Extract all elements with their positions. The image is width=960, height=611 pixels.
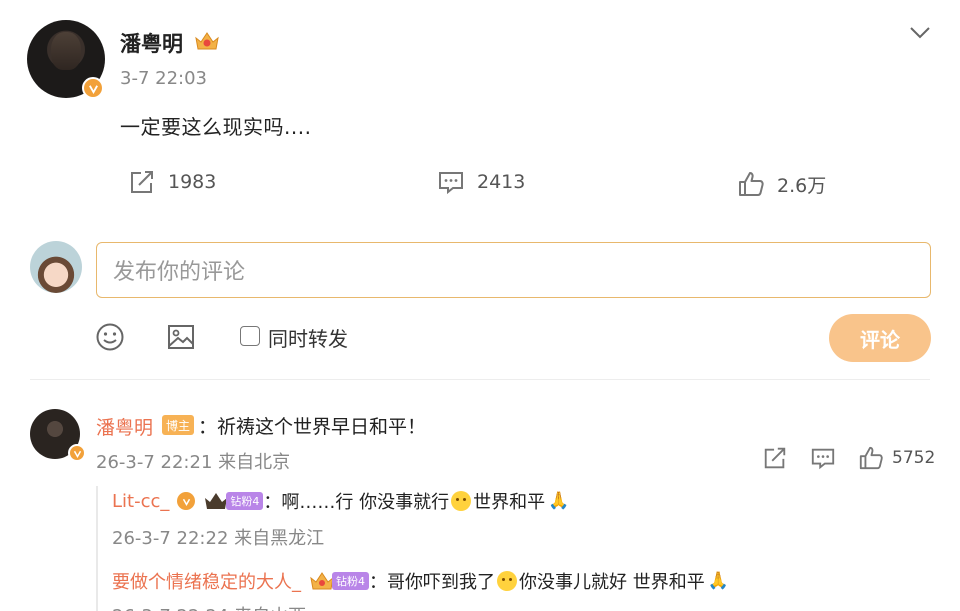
current-user-avatar[interactable] — [30, 241, 82, 293]
verified-icon — [68, 444, 86, 462]
reply-text: ：哥你吓到我了 — [369, 572, 495, 593]
smile-emoji-icon — [451, 491, 472, 511]
chevron-down-icon[interactable] — [907, 22, 933, 42]
comment-like-count: 5752 — [892, 448, 936, 468]
repost-checkbox[interactable] — [240, 326, 260, 346]
like-button[interactable]: 2.6万 — [737, 167, 826, 201]
image-icon[interactable] — [166, 322, 196, 352]
divider — [30, 379, 930, 380]
like-count: 2.6万 — [777, 174, 827, 197]
comment-count: 2413 — [477, 171, 526, 193]
post-body-text: 一定要这么现实吗.... — [120, 115, 312, 139]
pray-emoji-icon: 🙏 — [707, 571, 729, 591]
post-author-avatar[interactable] — [27, 20, 105, 99]
verified-icon — [82, 77, 104, 99]
like-icon — [739, 172, 764, 196]
reply-timestamp: 26-3-7 22:22 来自黑龙江 — [112, 528, 325, 549]
submit-comment-button[interactable]: 评论 — [829, 314, 931, 362]
fan-badge: 钻粉4 — [203, 491, 264, 511]
comment-author-name[interactable]: 潘粤明 — [96, 413, 153, 440]
fan-level-tag: 钻粉4 — [332, 572, 369, 590]
reply-item: 要做个情绪稳定的大人_ 钻粉4 ：哥你吓到我了 你没事儿就好 世界和平 🙏 — [112, 568, 729, 594]
reply-text-tail: 你没事儿就好 世界和平 — [519, 572, 705, 593]
avatar-face — [51, 32, 81, 70]
comment-author-avatar[interactable] — [30, 409, 86, 462]
post-timestamp: 3-7 22:03 — [120, 68, 207, 89]
reply-author-name[interactable]: 要做个情绪稳定的大人_ — [112, 568, 301, 594]
pray-emoji-icon: 🙏 — [548, 491, 570, 511]
comment-input[interactable]: 发布你的评论 — [96, 242, 931, 298]
reply-author-name[interactable]: Lit-cc_ — [112, 491, 169, 512]
repost-checkbox-label: 同时转发 — [268, 327, 348, 351]
reply-text-tail: 世界和平 — [473, 492, 546, 513]
reply-timestamp: 26-3-7 22:24 来自山西 — [112, 602, 306, 611]
comment-button[interactable]: 2413 — [437, 165, 525, 199]
post-author-name[interactable]: 潘粤明 — [120, 28, 183, 58]
fan-level-tag: 钻粉4 — [226, 492, 264, 510]
comment-icon — [439, 172, 463, 195]
repost-button[interactable]: 1983 — [128, 165, 216, 199]
comment-like-icon[interactable] — [858, 445, 884, 471]
crown-icon — [195, 32, 219, 50]
repost-icon — [131, 171, 153, 193]
crying-emoji-icon — [497, 571, 517, 591]
author-tag-badge: 博主 — [162, 415, 195, 435]
reply-thread: Lit-cc_ 钻粉4 ：啊……行 你没事就行 世界和平 🙏 26-3-7 22… — [96, 486, 936, 611]
comment-timestamp: 26-3-7 22:21 来自北京 — [96, 452, 291, 473]
reply-item: Lit-cc_ 钻粉4 ：啊……行 你没事就行 世界和平 🙏 — [112, 488, 569, 514]
reply-text: ：啊……行 你没事就行 — [263, 492, 450, 513]
verified-icon — [177, 492, 196, 510]
comment-text: ：祈祷这个世界早日和平！ — [198, 416, 427, 438]
emoji-icon[interactable] — [95, 322, 125, 352]
comment-reply-icon[interactable] — [810, 445, 836, 471]
repost-count: 1983 — [168, 171, 217, 193]
fan-badge: 钻粉4 — [309, 571, 369, 591]
comment-repost-icon[interactable] — [762, 445, 788, 471]
